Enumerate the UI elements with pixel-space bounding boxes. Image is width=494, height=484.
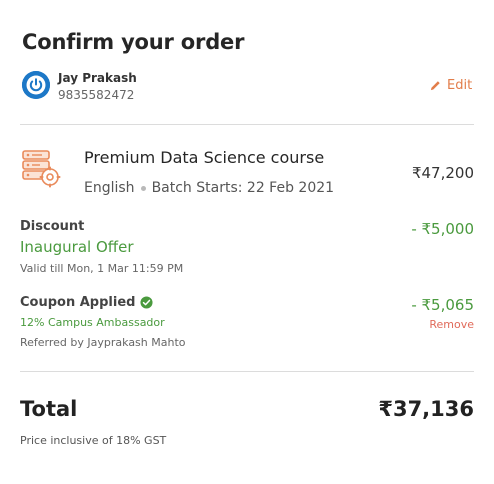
course-batch: Batch Starts: 22 Feb 2021 [151,180,335,196]
coupon-name: 12% Campus Ambassador [20,316,165,329]
discount-validity: Valid till Mon, 1 Mar 11:59 PM [20,262,184,275]
discount-label: Discount [20,219,85,234]
divider [20,124,474,125]
coupon-amount: - ₹5,065 [411,296,474,314]
page-title: Confirm your order [22,30,245,54]
power-icon [22,71,50,99]
avatar [22,71,50,99]
discount-name: Inaugural Offer [20,238,134,256]
check-circle-icon [140,296,153,309]
separator-dot [140,185,146,191]
user-phone: 9835582472 [58,88,135,102]
coupon-label-text: Coupon Applied [20,295,136,310]
course-name: Premium Data Science course [84,148,325,167]
total-label: Total [20,397,78,421]
course-meta: English Batch Starts: 22 Feb 2021 [84,180,334,196]
course-language: English [84,180,135,196]
discount-amount: - ₹5,000 [411,220,474,238]
database-gear-icon [20,147,62,189]
course-price: ₹47,200 [411,164,474,182]
gst-note: Price inclusive of 18% GST [20,434,167,447]
divider [20,371,474,372]
edit-button[interactable]: Edit [430,78,472,93]
coupon-referrer: Referred by Jayprakash Mahto [20,336,186,349]
remove-coupon-button[interactable]: Remove [429,318,474,331]
total-amount: ₹37,136 [378,397,474,421]
user-name: Jay Prakash [58,71,137,85]
pencil-icon [430,81,440,91]
coupon-label: Coupon Applied [20,295,153,310]
edit-label: Edit [447,78,473,93]
